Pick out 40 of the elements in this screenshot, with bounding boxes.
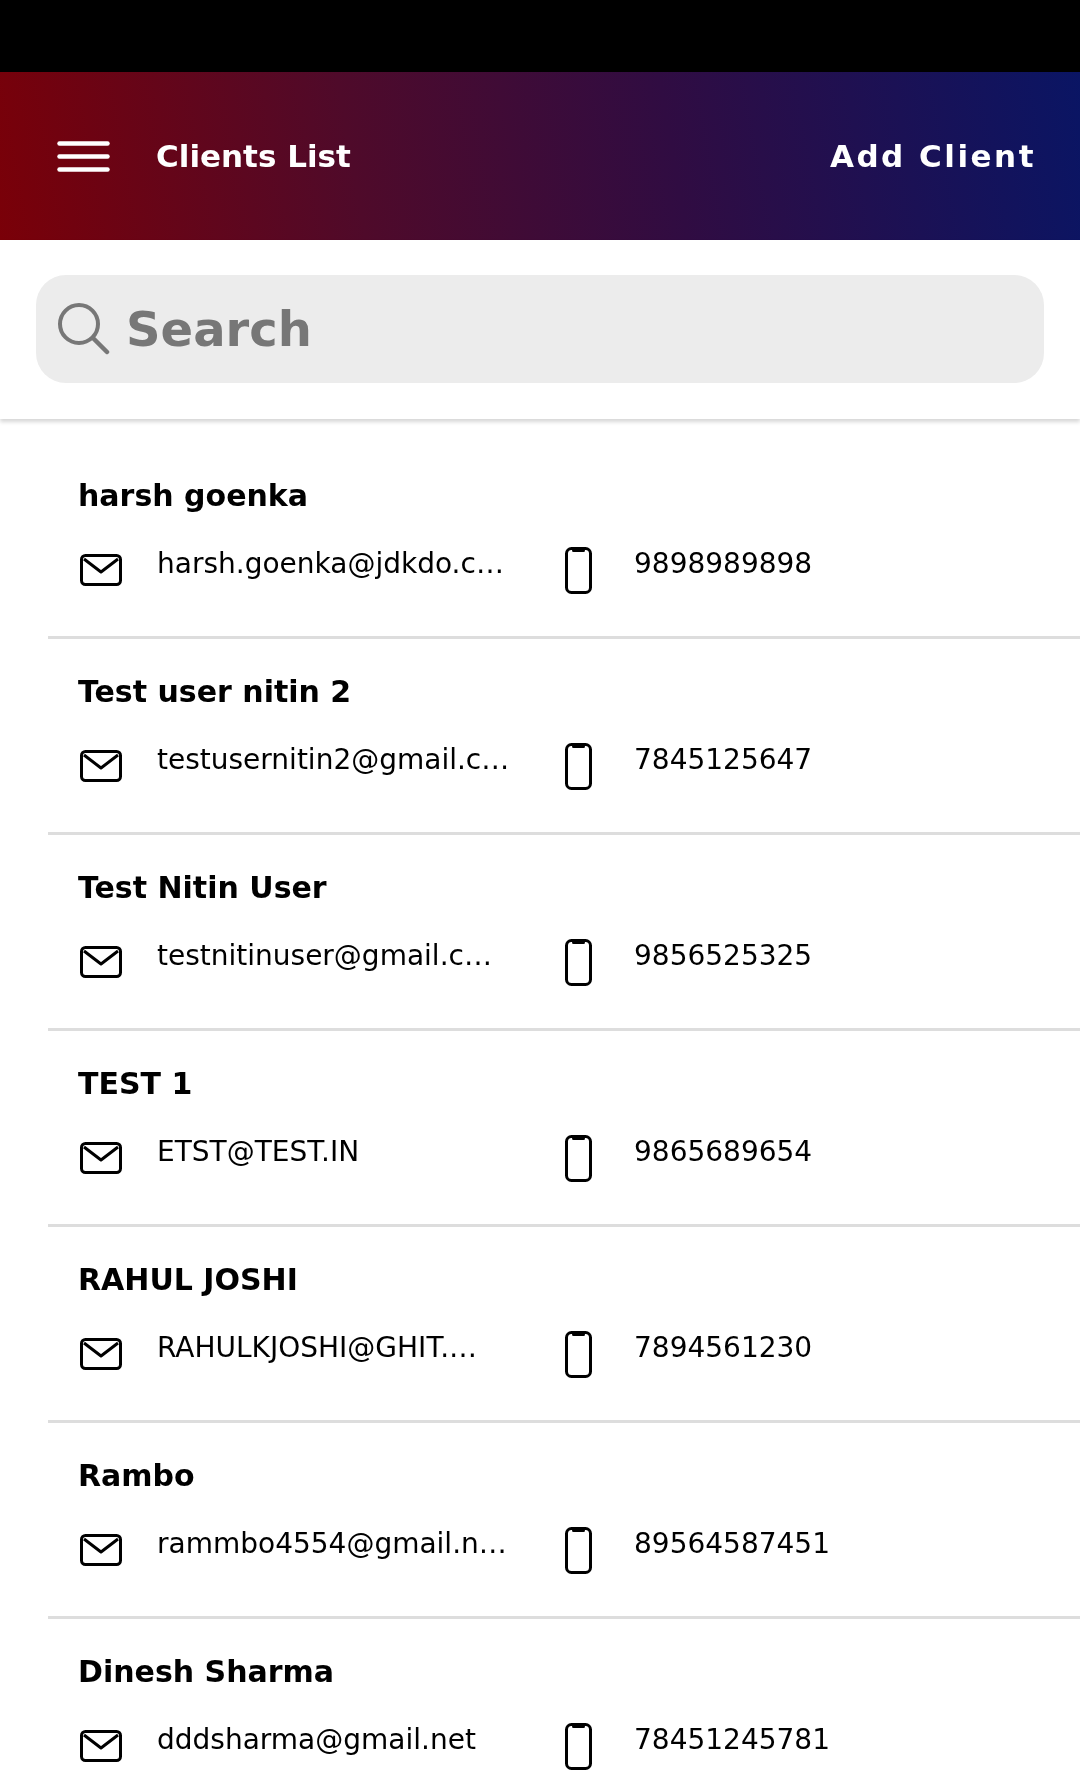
client-name: Dinesh Sharma xyxy=(78,1654,335,1690)
client-email: harsh.goenka@jdkdo.c… xyxy=(157,546,504,582)
phone-icon xyxy=(565,546,592,594)
client-email: testusernitin2@gmail.c… xyxy=(157,742,510,778)
client-phone: 9856525325 xyxy=(634,938,813,974)
phone-icon xyxy=(565,742,592,790)
screen-title: Clients List xyxy=(156,138,351,174)
client-email: dddsharma@gmail.net xyxy=(157,1722,476,1758)
mail-icon xyxy=(80,554,122,586)
add-client-button[interactable]: Add Client xyxy=(829,138,1036,174)
menu-icon[interactable] xyxy=(57,140,110,172)
client-phone: 9865689654 xyxy=(634,1134,813,1170)
phone-icon xyxy=(565,938,592,986)
phone-icon xyxy=(565,1722,592,1770)
client-phone: 78451245781 xyxy=(634,1722,830,1758)
mail-icon xyxy=(80,1534,122,1566)
mail-icon xyxy=(80,1142,122,1174)
client-phone: 9898989898 xyxy=(634,546,813,582)
phone-icon xyxy=(565,1330,592,1378)
mail-icon xyxy=(80,946,122,978)
client-name: Test user nitin 2 xyxy=(78,674,352,710)
client-name: TEST 1 xyxy=(78,1066,193,1102)
mail-icon xyxy=(80,1338,122,1370)
client-phone: 7845125647 xyxy=(634,742,813,778)
client-email: rammbo4554@gmail.n… xyxy=(157,1526,507,1562)
client-name: RAHUL JOSHI xyxy=(78,1262,298,1298)
mail-icon xyxy=(80,750,122,782)
client-email: ETST@TEST.IN xyxy=(157,1134,360,1170)
client-email: RAHULKJOSHI@GHIT.… xyxy=(157,1330,478,1366)
client-name: harsh goenka xyxy=(78,478,309,514)
client-phone: 7894561230 xyxy=(634,1330,813,1366)
client-name: Rambo xyxy=(78,1458,195,1494)
search-icon xyxy=(57,302,110,355)
client-email: testnitinuser@gmail.c… xyxy=(157,938,492,974)
phone-icon xyxy=(565,1134,592,1182)
client-name: Test Nitin User xyxy=(78,870,327,906)
search-field[interactable]: Search xyxy=(36,275,1044,383)
client-phone: 89564587451 xyxy=(634,1526,830,1562)
phone-icon xyxy=(565,1526,592,1574)
mail-icon xyxy=(80,1730,122,1762)
